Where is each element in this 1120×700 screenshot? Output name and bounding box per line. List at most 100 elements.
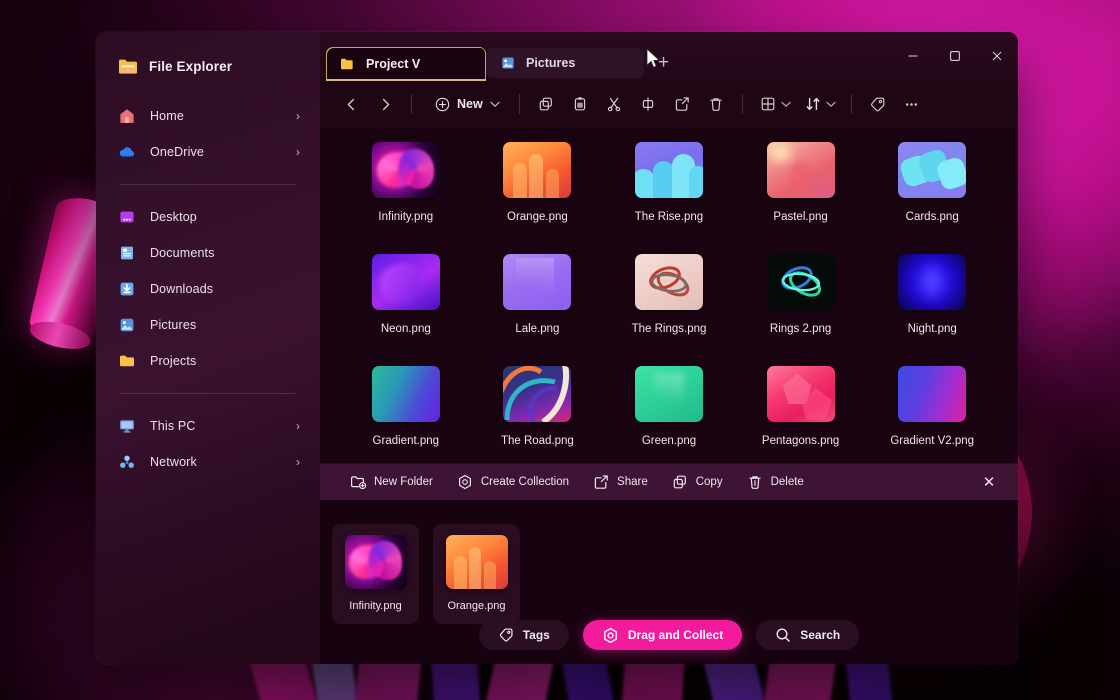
paste-icon[interactable] xyxy=(563,88,597,120)
file-name: The Road.png xyxy=(500,435,574,447)
chevron-right-icon: › xyxy=(296,109,300,123)
file-item[interactable]: The Rise.png xyxy=(603,142,735,254)
drag-and-collect-button[interactable]: Drag and Collect xyxy=(582,620,743,650)
toolbar-divider xyxy=(850,94,852,114)
file-explorer-window: File Explorer Home › OneDrive › Desktop … xyxy=(96,32,1018,664)
create-collection-button[interactable]: Create Collection xyxy=(445,469,581,495)
pill-label: Tags xyxy=(522,628,550,642)
file-item[interactable]: Neon.png xyxy=(340,254,472,366)
share-icon[interactable] xyxy=(665,88,699,120)
toolbar: New xyxy=(320,80,1018,128)
selection-action-bar: New Folder Create Collection Share Copy xyxy=(320,464,1018,500)
file-name: Gradient V2.png xyxy=(890,435,975,447)
download-icon xyxy=(118,280,136,298)
new-tab-button[interactable]: + xyxy=(658,53,669,72)
file-thumbnail xyxy=(766,366,835,422)
chevron-right-icon: › xyxy=(296,455,300,469)
forward-button[interactable] xyxy=(368,88,402,120)
cloud-icon xyxy=(118,143,136,161)
file-thumbnail xyxy=(898,254,967,310)
collection-tray: Infinity.png Orange.png Tags Drag and Co… xyxy=(320,500,1018,664)
file-item[interactable]: Pastel.png xyxy=(735,142,867,254)
file-thumbnail xyxy=(766,254,835,310)
close-button[interactable] xyxy=(976,40,1018,72)
file-name: Rings 2.png xyxy=(769,323,832,335)
chevron-down-icon xyxy=(490,101,500,108)
tag-icon[interactable] xyxy=(861,88,895,120)
tab-pictures[interactable]: Pictures xyxy=(486,48,644,78)
app-folder-icon xyxy=(118,58,138,75)
delete-icon[interactable] xyxy=(699,88,733,120)
file-name: Orange.png xyxy=(507,211,568,223)
action-label: Create Collection xyxy=(480,476,570,488)
tray-item[interactable]: Orange.png xyxy=(433,524,520,624)
file-item[interactable]: Orange.png xyxy=(472,142,604,254)
maximize-button[interactable] xyxy=(934,40,976,72)
sidebar-item-downloads[interactable]: Downloads xyxy=(106,271,310,307)
file-thumbnail xyxy=(634,366,703,422)
sort-options-button[interactable] xyxy=(797,88,842,120)
file-thumbnail xyxy=(898,366,967,422)
file-thumbnail xyxy=(503,254,572,310)
sidebar-item-label: Documents xyxy=(150,246,215,260)
copy-icon[interactable] xyxy=(529,88,563,120)
file-item[interactable]: Gradient.png xyxy=(340,366,472,478)
tab-project-v[interactable]: Project V xyxy=(326,47,486,81)
copy-button[interactable]: Copy xyxy=(660,469,735,495)
search-icon xyxy=(775,627,791,643)
sidebar-item-documents[interactable]: Documents xyxy=(106,235,310,271)
picture-icon xyxy=(500,55,516,71)
file-item[interactable]: The Road.png xyxy=(472,366,604,478)
toolbar-divider xyxy=(741,94,743,114)
sidebar: File Explorer Home › OneDrive › Desktop … xyxy=(96,32,320,664)
file-name: Night.png xyxy=(907,323,957,335)
back-button[interactable] xyxy=(334,88,368,120)
minimize-button[interactable] xyxy=(892,40,934,72)
sidebar-item-label: OneDrive xyxy=(150,145,204,159)
sidebar-item-network[interactable]: Network › xyxy=(106,444,310,480)
file-item[interactable]: Infinity.png xyxy=(340,142,472,254)
file-thumbnail xyxy=(371,366,440,422)
view-options-button[interactable] xyxy=(752,88,797,120)
sidebar-item-onedrive[interactable]: OneDrive › xyxy=(106,134,310,170)
file-item[interactable]: Green.png xyxy=(603,366,735,478)
more-options-button[interactable] xyxy=(895,88,929,120)
action-label: Share xyxy=(617,476,648,488)
delete-button[interactable]: Delete xyxy=(735,469,816,495)
file-item[interactable]: Night.png xyxy=(866,254,998,366)
file-item[interactable]: Cards.png xyxy=(866,142,998,254)
file-name: Lale.png xyxy=(515,323,560,335)
file-item[interactable]: Pentagons.png xyxy=(735,366,867,478)
sidebar-item-desktop[interactable]: Desktop xyxy=(106,199,310,235)
share-button[interactable]: Share xyxy=(581,469,660,495)
new-folder-button[interactable]: New Folder xyxy=(338,469,445,495)
tab-strip: Project V Pictures + xyxy=(320,32,1018,81)
file-item[interactable]: Gradient V2.png xyxy=(866,366,998,478)
new-button[interactable]: New xyxy=(425,88,510,120)
file-name: The Rings.png xyxy=(631,323,707,335)
sidebar-item-pictures[interactable]: Pictures xyxy=(106,307,310,343)
document-icon xyxy=(118,244,136,262)
desktop-icon xyxy=(118,208,136,226)
file-name: Cards.png xyxy=(905,211,959,223)
file-item[interactable]: Rings 2.png xyxy=(735,254,867,366)
sidebar-item-home[interactable]: Home › xyxy=(106,98,310,134)
file-name: Infinity.png xyxy=(378,211,434,223)
close-action-bar-button[interactable]: ✕ xyxy=(976,469,1002,495)
rename-icon[interactable] xyxy=(631,88,665,120)
action-label: New Folder xyxy=(374,476,433,488)
tags-button[interactable]: Tags xyxy=(478,620,569,650)
file-name: Orange.png xyxy=(447,600,506,612)
sidebar-item-projects[interactable]: Projects xyxy=(106,343,310,379)
sidebar-item-label: Projects xyxy=(150,354,197,368)
file-item[interactable]: Lale.png xyxy=(472,254,604,366)
toolbar-divider xyxy=(518,94,520,114)
sidebar-item-this-pc[interactable]: This PC › xyxy=(106,408,310,444)
chevron-right-icon: › xyxy=(296,419,300,433)
tab-label: Pictures xyxy=(526,56,576,70)
search-button[interactable]: Search xyxy=(756,620,860,650)
action-label: Copy xyxy=(695,476,723,488)
file-item[interactable]: The Rings.png xyxy=(603,254,735,366)
cut-icon[interactable] xyxy=(597,88,631,120)
tray-item[interactable]: Infinity.png xyxy=(332,524,419,624)
